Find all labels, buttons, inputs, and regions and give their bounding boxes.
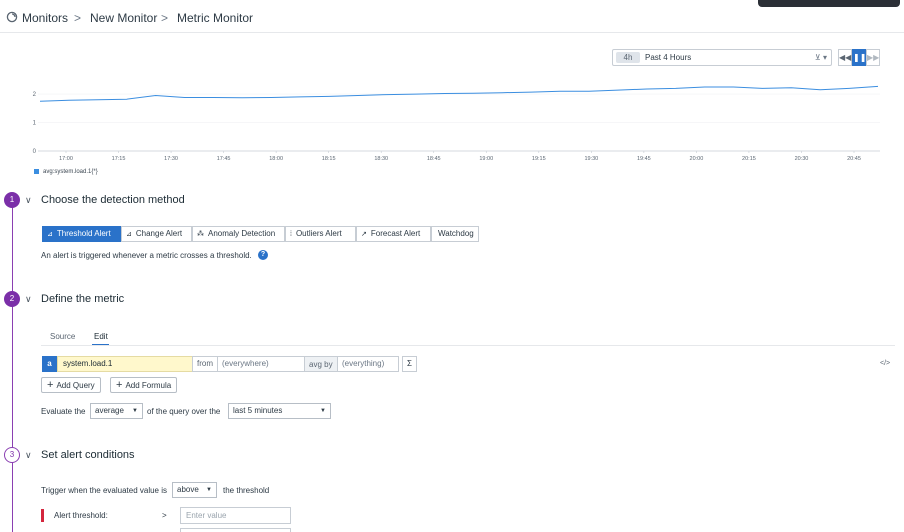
x-tick-label: 19:45 bbox=[637, 156, 651, 162]
section-title-metric[interactable]: Define the metric bbox=[41, 293, 124, 305]
x-tick-label: 20:15 bbox=[742, 156, 756, 162]
legend-label: avg:system.load.1{*} bbox=[43, 169, 98, 175]
caret-down-icon: ▼ bbox=[132, 408, 138, 414]
avg-by-label: avg by bbox=[304, 356, 338, 372]
sigma-icon[interactable]: Σ bbox=[402, 356, 417, 372]
breadcrumb-separator: > bbox=[161, 11, 169, 25]
step-3-badge: 3 bbox=[4, 447, 20, 463]
x-tick-label: 20:45 bbox=[847, 156, 861, 162]
breadcrumb-new-monitor[interactable]: New Monitor bbox=[90, 11, 157, 25]
y-tick-label: 0 bbox=[33, 149, 37, 155]
breadcrumb-separator: > bbox=[74, 11, 82, 25]
tab-threshold-alert[interactable]: ⊿ Threshold Alert bbox=[42, 226, 121, 242]
tab-forecast-alert[interactable]: ↗ Forecast Alert bbox=[356, 226, 431, 242]
help-icon[interactable]: ? bbox=[258, 250, 268, 260]
chevron-down-icon[interactable]: ∨ bbox=[25, 195, 32, 206]
trigger-prefix: Trigger when the evaluated value is bbox=[41, 486, 167, 495]
metric-input[interactable]: system.load.1 bbox=[57, 356, 193, 372]
page-title: Metric Monitor bbox=[177, 11, 254, 25]
x-tick-label: 18:30 bbox=[374, 156, 388, 162]
y-tick-label: 2 bbox=[33, 92, 37, 98]
alert-indicator bbox=[41, 509, 44, 522]
header-action-button[interactable] bbox=[758, 0, 900, 7]
monitors-logo-icon bbox=[6, 11, 18, 23]
add-formula-button[interactable]: + Add Formula bbox=[110, 377, 178, 393]
tab-outliers-alert[interactable]: ⁞ Outliers Alert bbox=[285, 226, 356, 242]
aggregation-select[interactable]: average ▼ bbox=[90, 403, 143, 419]
caret-down-icon: ▼ bbox=[206, 487, 212, 493]
pause-icon[interactable]: ❚❚ bbox=[852, 49, 866, 66]
query-letter: a bbox=[42, 356, 57, 372]
alert-threshold-input[interactable]: Enter value bbox=[180, 507, 291, 524]
step-connector bbox=[12, 203, 13, 532]
timeframe-badge: 4h bbox=[616, 52, 640, 63]
threshold-icon: ⊿ bbox=[47, 231, 53, 238]
legend-swatch bbox=[34, 169, 39, 174]
warning-threshold-input[interactable] bbox=[180, 528, 291, 532]
alert-threshold-label: Alert threshold: bbox=[54, 511, 108, 520]
rewind-icon[interactable]: ◀◀ bbox=[838, 49, 852, 66]
x-tick-label: 20:00 bbox=[690, 156, 704, 162]
from-input[interactable]: (everywhere) bbox=[217, 356, 305, 372]
anomaly-icon: ⁂ bbox=[197, 231, 204, 238]
timeframe-label: Past 4 Hours bbox=[645, 53, 692, 62]
pin-icon[interactable]: ⊻ ▾ bbox=[815, 53, 827, 62]
chevron-down-icon[interactable]: ∨ bbox=[25, 294, 32, 305]
tab-source[interactable]: Source bbox=[50, 332, 75, 341]
from-label: from bbox=[192, 356, 218, 372]
window-select[interactable]: last 5 minutes ▼ bbox=[228, 403, 331, 419]
forward-icon[interactable]: ▶▶ bbox=[866, 49, 880, 66]
outliers-icon: ⁞ bbox=[290, 231, 292, 238]
y-tick-label: 1 bbox=[33, 121, 37, 127]
metric-chart: 0 1 2 17:00 17:15 17:30 17:45 18:00 18:15 18:30 1… bbox=[33, 85, 880, 162]
x-tick-label: 18:45 bbox=[427, 156, 441, 162]
x-tick-label: 18:00 bbox=[269, 156, 283, 162]
step-1-badge: 1 bbox=[4, 192, 20, 208]
evaluate-prefix: Evaluate the bbox=[41, 407, 86, 416]
caret-down-icon: ▼ bbox=[320, 408, 326, 414]
forecast-icon: ↗ bbox=[361, 231, 367, 238]
plus-icon: + bbox=[47, 379, 54, 391]
x-tick-label: 19:00 bbox=[479, 156, 493, 162]
evaluate-mid: of the query over the bbox=[147, 407, 221, 416]
change-icon: ⊿ bbox=[126, 231, 132, 238]
timeframe-selector[interactable]: 4h Past 4 Hours ⊻ ▾ bbox=[612, 49, 832, 66]
section-title-conditions[interactable]: Set alert conditions bbox=[41, 449, 135, 461]
plus-icon: + bbox=[116, 379, 123, 391]
tab-edit[interactable]: Edit bbox=[94, 332, 108, 341]
x-tick-label: 19:15 bbox=[532, 156, 546, 162]
chevron-down-icon[interactable]: ∨ bbox=[25, 450, 32, 461]
detection-description: An alert is triggered whenever a metric … bbox=[41, 251, 252, 260]
section-title-detection[interactable]: Choose the detection method bbox=[41, 194, 185, 206]
alert-operator: > bbox=[162, 511, 167, 520]
x-tick-label: 17:15 bbox=[112, 156, 126, 162]
trigger-suffix: the threshold bbox=[223, 486, 270, 495]
code-icon[interactable]: </> bbox=[880, 360, 890, 367]
x-tick-label: 20:30 bbox=[795, 156, 809, 162]
x-tick-label: 17:45 bbox=[217, 156, 231, 162]
tab-anomaly-detection[interactable]: ⁂ Anomaly Detection bbox=[192, 226, 285, 242]
avg-by-input[interactable]: (everything) bbox=[337, 356, 399, 372]
add-query-button[interactable]: + Add Query bbox=[41, 377, 101, 393]
tabs-divider bbox=[41, 345, 895, 346]
tab-watchdog[interactable]: Watchdog bbox=[431, 226, 479, 242]
x-tick-label: 18:15 bbox=[322, 156, 336, 162]
x-tick-label: 17:30 bbox=[164, 156, 178, 162]
step-2-badge: 2 bbox=[4, 291, 20, 307]
x-tick-label: 17:00 bbox=[59, 156, 73, 162]
tab-change-alert[interactable]: ⊿ Change Alert bbox=[121, 226, 192, 242]
x-tick-label: 19:30 bbox=[584, 156, 598, 162]
breadcrumb-monitors[interactable]: Monitors bbox=[22, 11, 68, 25]
top-bar: Monitors > New Monitor > Metric Monitor bbox=[0, 0, 904, 33]
trigger-operator-select[interactable]: above ▼ bbox=[172, 482, 217, 498]
